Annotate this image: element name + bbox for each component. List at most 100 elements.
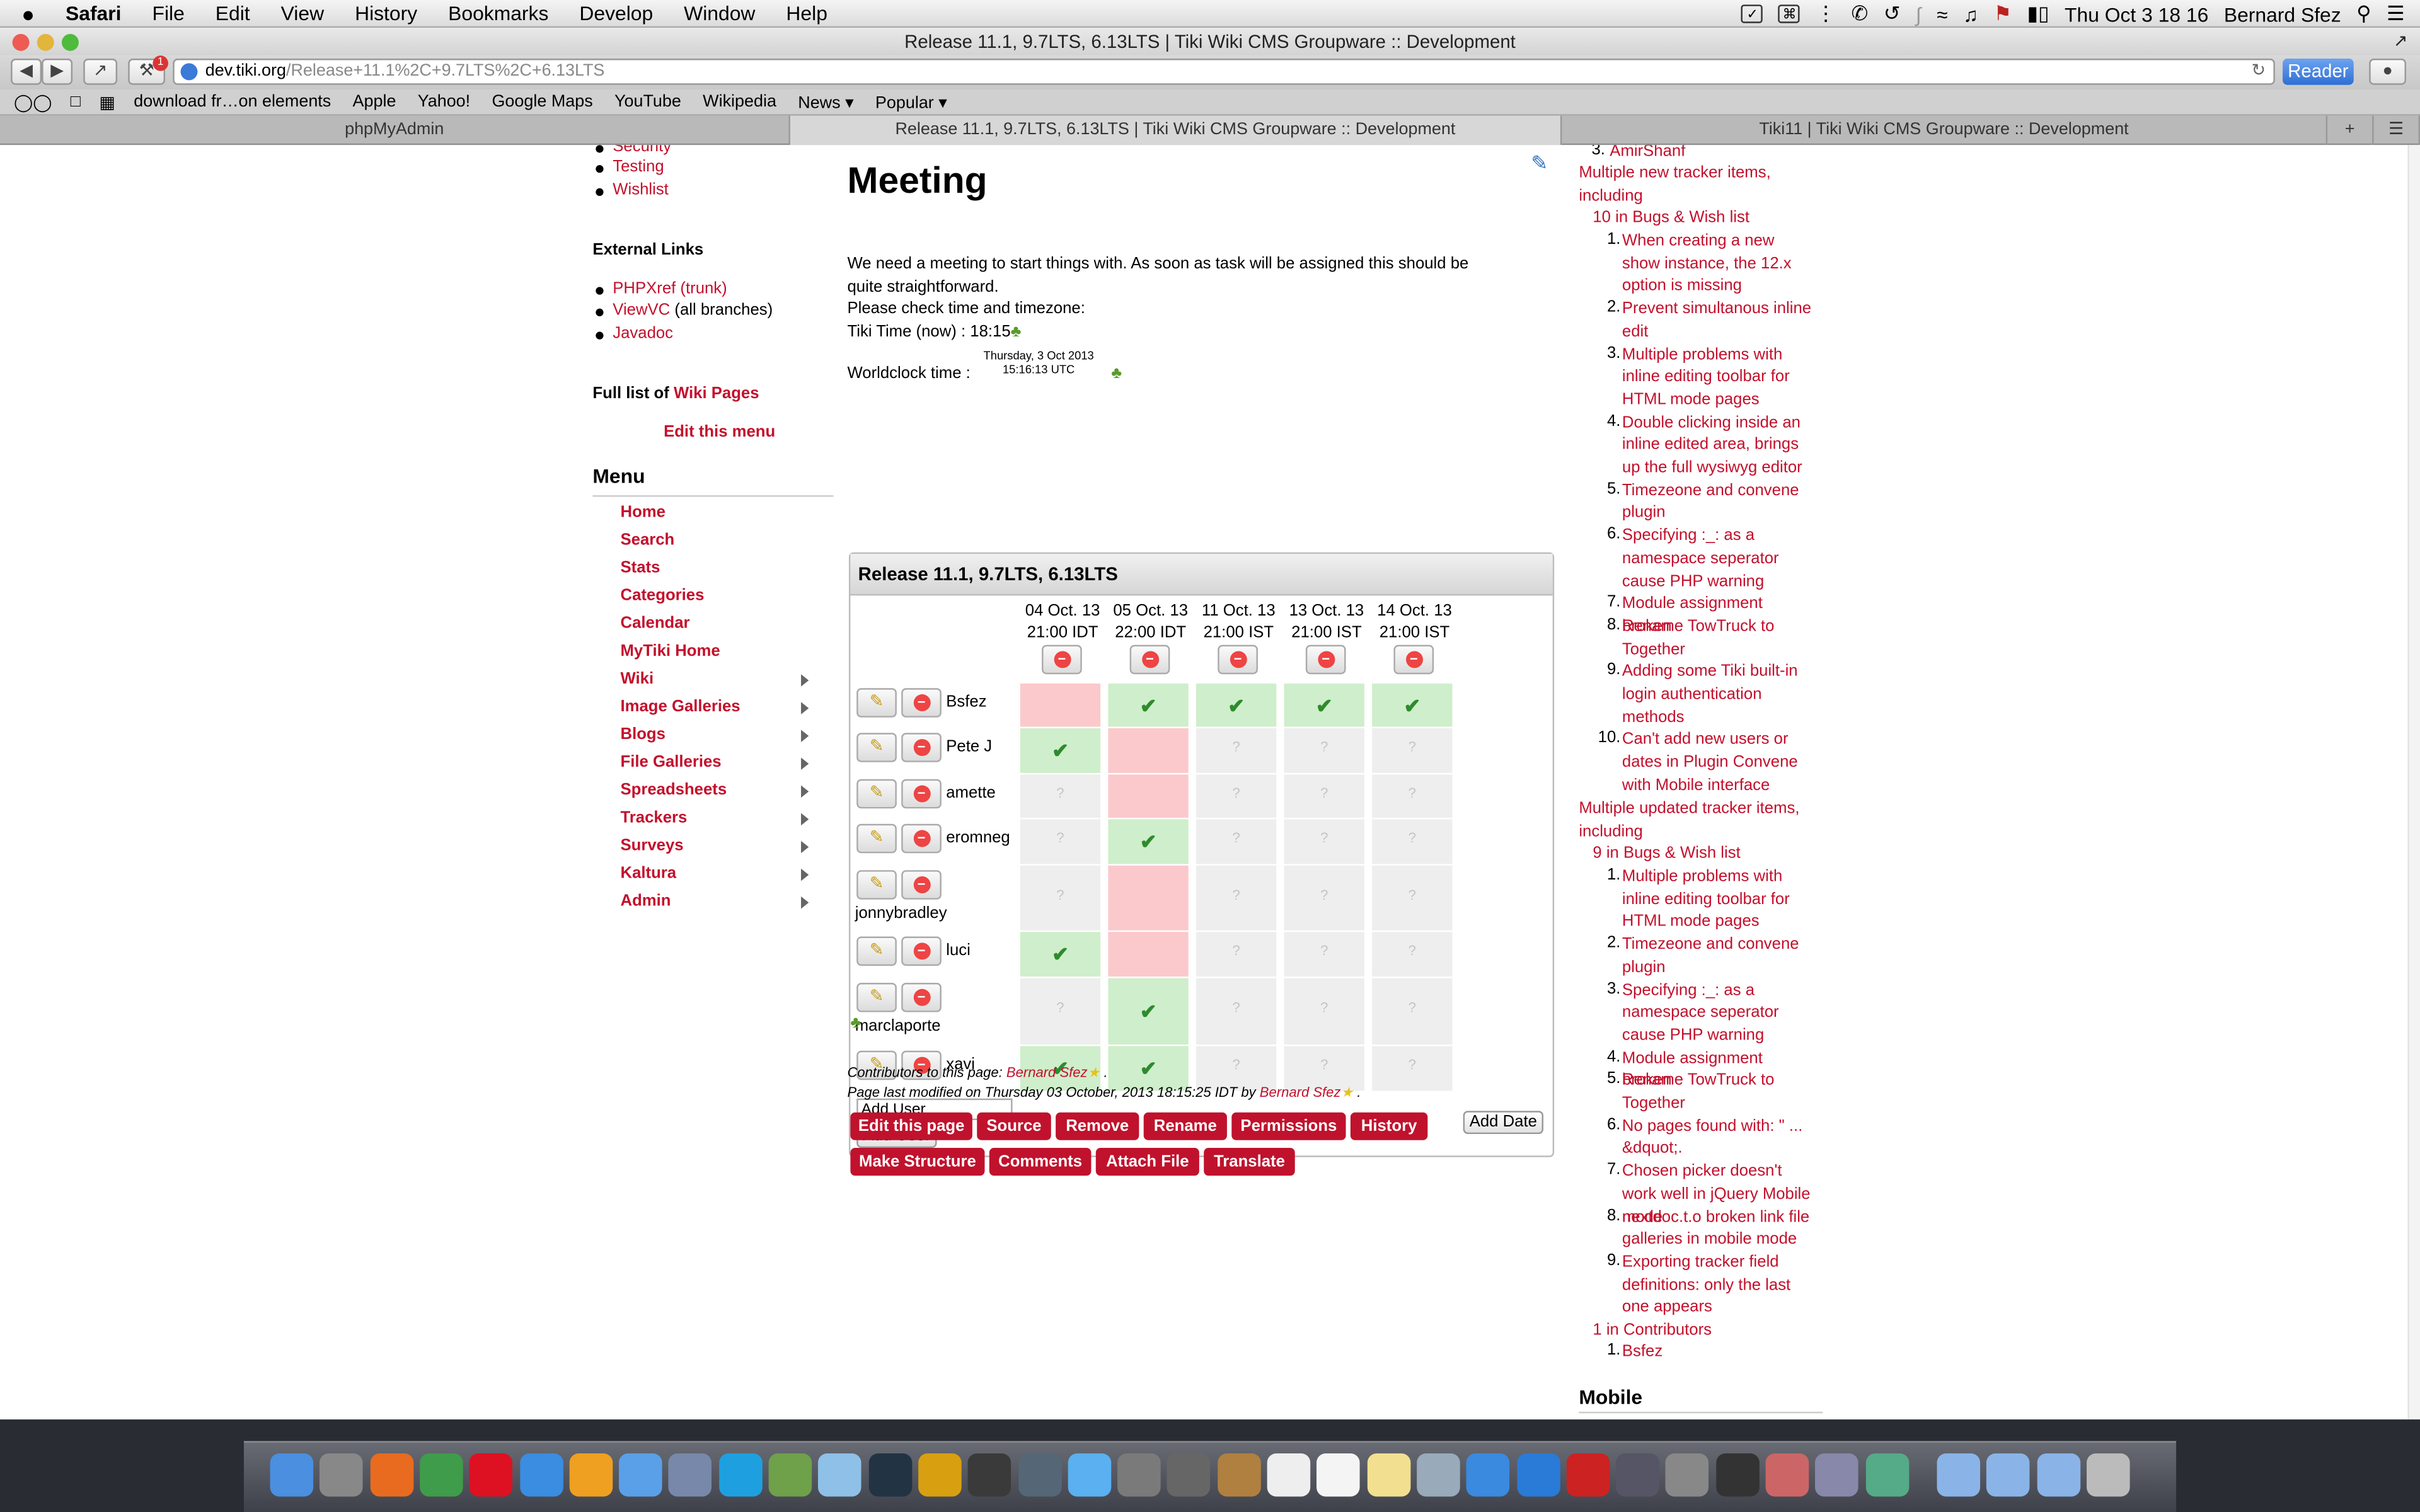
- app-icon[interactable]: [1666, 1453, 1709, 1497]
- delete-user-button[interactable]: −: [901, 870, 942, 900]
- new-items-sub[interactable]: 10 in Bugs & Wish list: [1593, 207, 1749, 229]
- vote-cell[interactable]: ?: [1194, 864, 1278, 934]
- menu-item-stats[interactable]: Stats: [620, 559, 660, 577]
- tab-release[interactable]: Release 11.1, 9.7LTS, 6.13LTS | Tiki Wik…: [790, 115, 1562, 146]
- close-window-button[interactable]: [12, 33, 30, 51]
- edit-user-button[interactable]: ✎: [856, 823, 897, 854]
- lightroom-icon[interactable]: [868, 1453, 912, 1497]
- app-icon[interactable]: [1765, 1453, 1809, 1497]
- menubar-user[interactable]: Bernard Sfez: [2224, 3, 2341, 26]
- launchpad-icon[interactable]: [320, 1453, 364, 1497]
- vote-cell[interactable]: [1018, 682, 1102, 730]
- folder-icon[interactable]: [1986, 1453, 2030, 1497]
- updated-items-heading[interactable]: Multiple updated tracker items, includin…: [1579, 798, 1826, 843]
- app-icon[interactable]: [1815, 1453, 1859, 1497]
- contacts-icon[interactable]: [1217, 1453, 1261, 1497]
- menu-item-trackers[interactable]: Trackers: [620, 808, 687, 827]
- delete-user-button[interactable]: −: [901, 936, 942, 966]
- zoom-window-button[interactable]: [61, 33, 79, 51]
- time-machine-icon[interactable]: [1616, 1453, 1659, 1497]
- menu-item-kaltura[interactable]: Kaltura: [620, 864, 676, 882]
- delete-user-button[interactable]: −: [901, 688, 942, 718]
- menu-item-admin[interactable]: Admin: [620, 892, 671, 910]
- viewvc-link[interactable]: ViewVC: [613, 301, 670, 319]
- permissions-button[interactable]: Permissions: [1231, 1112, 1346, 1140]
- address-bar[interactable]: dev.tiki.org/Release+11.1%2C+9.7LTS%2C+6…: [173, 59, 2275, 85]
- app-icon[interactable]: [1566, 1453, 1610, 1497]
- delete-date-button[interactable]: −: [1042, 644, 1082, 675]
- vote-cell[interactable]: ✔: [1106, 682, 1190, 730]
- app-menu[interactable]: Safari: [66, 1, 122, 25]
- history-button[interactable]: History: [1350, 1112, 1428, 1140]
- vote-cell[interactable]: ?: [1018, 772, 1102, 821]
- vote-cell[interactable]: ?: [1282, 726, 1366, 775]
- calendar-icon[interactable]: [1267, 1453, 1311, 1497]
- status-app2-icon[interactable]: ⌘: [1778, 4, 1801, 23]
- tracker-item-link[interactable]: When creating a new show instance, the 1…: [1622, 230, 1817, 298]
- itunes-icon[interactable]: [1466, 1453, 1510, 1497]
- edit-menu-link[interactable]: Edit this menu: [664, 423, 775, 441]
- tab-overview-button[interactable]: ☰: [2374, 115, 2420, 146]
- flag-icon[interactable]: ⚑: [1993, 1, 2012, 26]
- javadoc-link[interactable]: Javadoc: [613, 324, 673, 342]
- menubar-clock[interactable]: Thu Oct 3 18 16: [2065, 3, 2208, 26]
- comments-button[interactable]: Comments: [989, 1148, 1092, 1176]
- delete-date-button[interactable]: −: [1305, 644, 1346, 675]
- tracker-item-link[interactable]: Timezeone and convene plugin: [1622, 479, 1817, 525]
- vote-cell[interactable]: [1106, 864, 1190, 934]
- vote-cell[interactable]: ✔: [1106, 976, 1190, 1046]
- app-icon[interactable]: [1018, 1453, 1061, 1497]
- contributor-link[interactable]: Bernard Sfez: [1006, 1065, 1088, 1080]
- bookmark-folder[interactable]: Popular ▾: [875, 92, 947, 112]
- tracker-item-link[interactable]: Prevent simultanous inline edit: [1622, 298, 1817, 343]
- bookmarks-book-icon[interactable]: □: [71, 93, 81, 111]
- new-tab-button[interactable]: +: [2327, 115, 2374, 146]
- folder-icon[interactable]: [1937, 1453, 1980, 1497]
- tracker-item-link[interactable]: Exporting tracker field definitions: onl…: [1622, 1251, 1817, 1319]
- app-icon[interactable]: [967, 1453, 1011, 1497]
- battery-icon[interactable]: ▮▯: [2027, 1, 2049, 26]
- app-icon[interactable]: [1416, 1453, 1460, 1497]
- menu-item-categories[interactable]: Categories: [620, 587, 704, 605]
- status-bars-icon[interactable]: ⋮: [1816, 1, 1836, 26]
- plugin-puzzle-icon[interactable]: ♣: [1111, 364, 1122, 382]
- fireworks-icon[interactable]: [918, 1453, 962, 1497]
- notifications-icon[interactable]: ☰: [2387, 1, 2405, 26]
- menu-item-spreadsheets[interactable]: Spreadsheets: [620, 781, 727, 799]
- vote-cell[interactable]: ?: [1194, 726, 1278, 775]
- menu-item-wiki[interactable]: Wiki: [620, 670, 654, 688]
- tracker-item-link[interactable]: AmirShanf: [1610, 145, 1685, 163]
- vote-cell[interactable]: ?: [1282, 817, 1366, 866]
- phpxref-link[interactable]: PHPXref (trunk): [613, 279, 727, 297]
- menu-bookmarks[interactable]: Bookmarks: [448, 1, 548, 25]
- bookmark-item[interactable]: download fr…on elements: [134, 93, 331, 111]
- remove-button[interactable]: Remove: [1056, 1112, 1139, 1140]
- edit-user-button[interactable]: ✎: [856, 870, 897, 900]
- menu-develop[interactable]: Develop: [579, 1, 653, 25]
- menu-item-surveys[interactable]: Surveys: [620, 836, 683, 854]
- delete-user-button[interactable]: −: [901, 779, 942, 809]
- vote-cell[interactable]: ?: [1370, 930, 1454, 978]
- share-button[interactable]: ↗: [83, 59, 118, 85]
- app-icon[interactable]: [1865, 1453, 1909, 1497]
- menu-item-calendar[interactable]: Calendar: [620, 614, 689, 633]
- tracker-item-link[interactable]: Multiple problems with inline editing to…: [1622, 866, 1817, 934]
- wifi-icon[interactable]: ≈: [1937, 3, 1947, 26]
- vote-cell[interactable]: ✔: [1106, 817, 1190, 866]
- app-icon[interactable]: [768, 1453, 812, 1497]
- sidebar-link-security[interactable]: Security: [596, 145, 671, 156]
- vote-cell[interactable]: ?: [1018, 864, 1102, 934]
- plugin-puzzle-icon[interactable]: ♣: [1011, 323, 1022, 341]
- tracker-item-link[interactable]: Specifying :_: as a namespace seperator …: [1622, 979, 1817, 1047]
- mail-icon[interactable]: [619, 1453, 662, 1497]
- delete-date-button[interactable]: −: [1393, 644, 1434, 675]
- bookmark-item[interactable]: Apple: [353, 93, 396, 111]
- tab-tiki11[interactable]: Tiki11 | Tiki Wiki CMS Groupware :: Deve…: [1562, 115, 2328, 146]
- menu-item-home[interactable]: Home: [620, 503, 665, 521]
- volume-icon[interactable]: ♫: [1963, 3, 1978, 26]
- back-button[interactable]: ◀: [11, 59, 42, 85]
- vote-cell[interactable]: [1106, 772, 1190, 821]
- vote-cell[interactable]: ?: [1282, 976, 1366, 1046]
- fullscreen-icon[interactable]: ↗: [2394, 28, 2408, 55]
- vote-cell[interactable]: ?: [1370, 772, 1454, 821]
